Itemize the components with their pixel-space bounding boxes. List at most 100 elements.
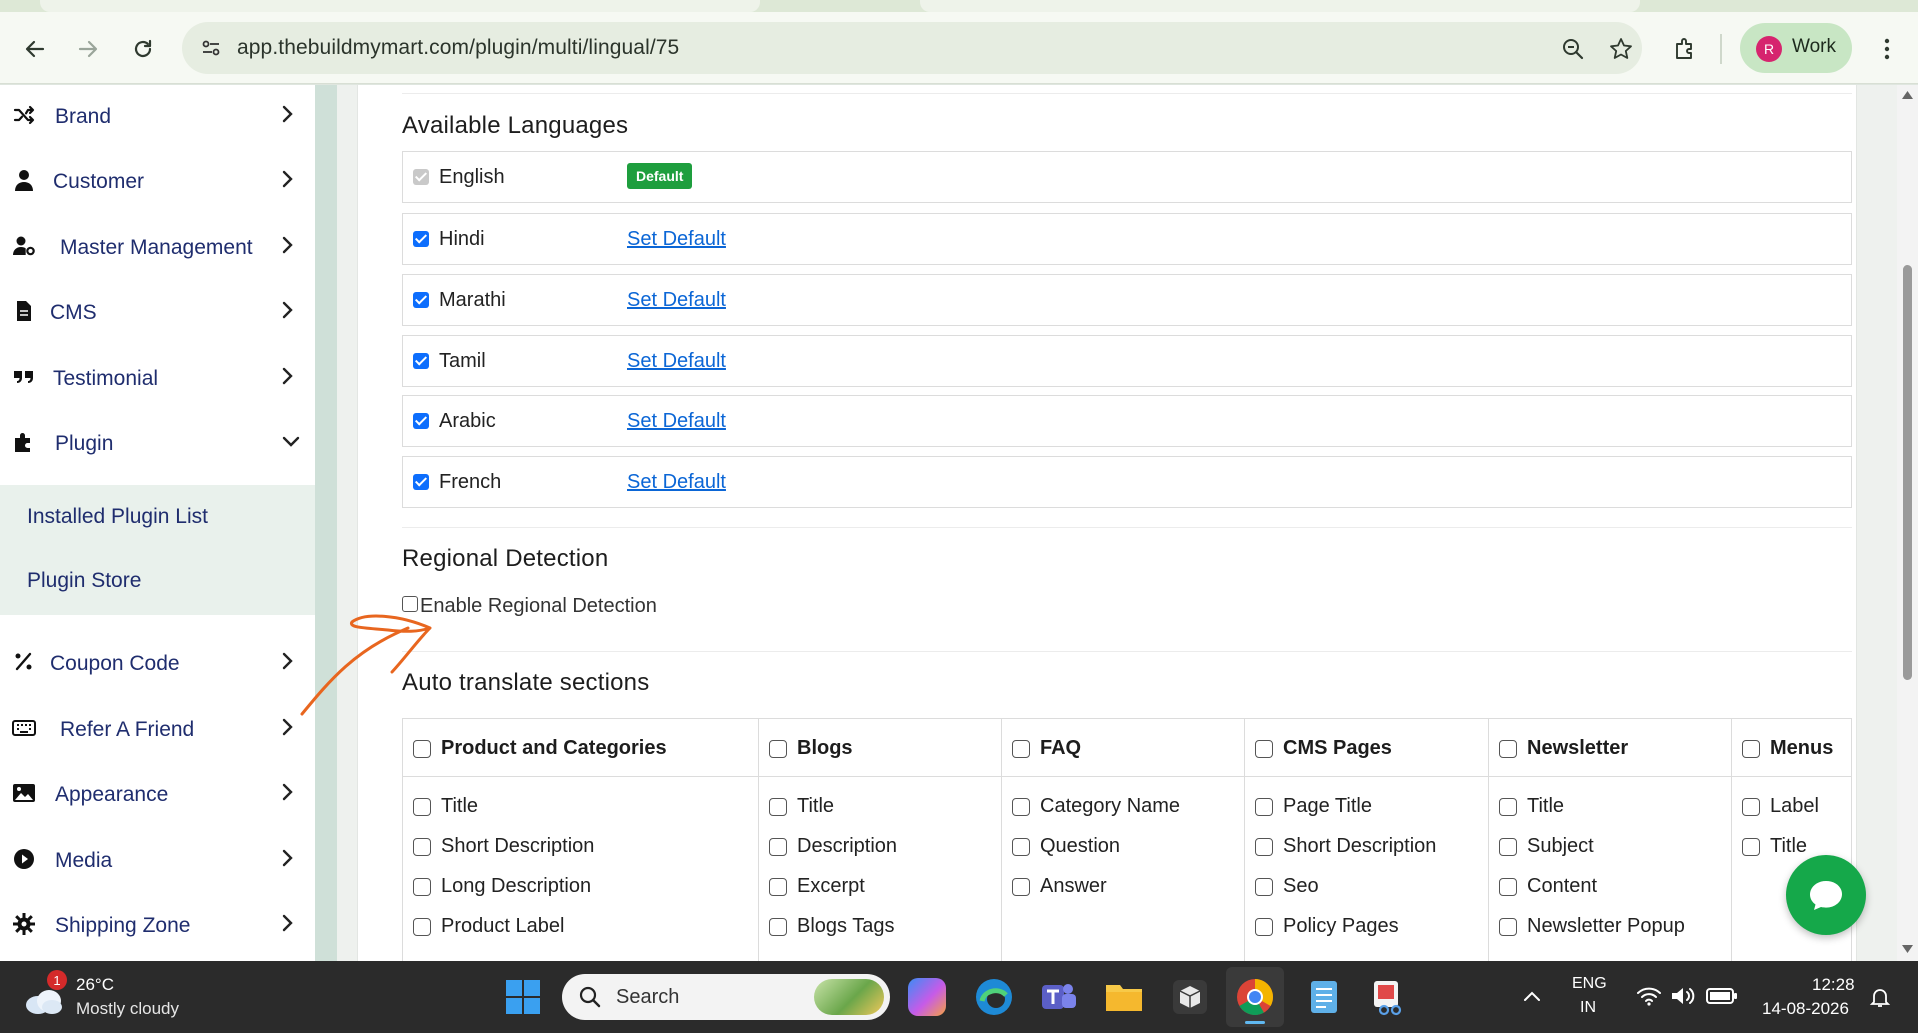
profile-button[interactable]: R Work [1740, 23, 1852, 73]
sidebar-item-refer-a-friend[interactable]: Refer A Friend [0, 698, 315, 758]
language-checkbox[interactable] [413, 231, 429, 247]
chrome-active-tile[interactable] [1226, 967, 1284, 1027]
language-checkbox[interactable] [413, 474, 429, 490]
translate-option[interactable]: Content [1499, 873, 1729, 903]
translate-option[interactable]: Blogs Tags [769, 913, 999, 943]
battery-icon[interactable] [1706, 987, 1738, 1005]
set-default-link[interactable]: Set Default [627, 289, 726, 312]
chevron-up-icon[interactable] [1522, 987, 1542, 1007]
translate-option[interactable]: Answer [1012, 873, 1242, 903]
sidebar-item-shipping-zone[interactable]: Shipping Zone [0, 894, 315, 954]
column-select-all-checkbox[interactable] [769, 740, 787, 758]
extensions-puzzle-icon[interactable] [1672, 36, 1698, 62]
edge-browser-icon[interactable] [972, 975, 1016, 1019]
wifi-icon[interactable] [1636, 985, 1662, 1007]
clock-date[interactable]: 14-08-2026 [1762, 999, 1849, 1019]
translate-option[interactable]: Short Description [1255, 833, 1485, 863]
url-text[interactable]: app.thebuildmymart.com/plugin/multi/ling… [237, 36, 679, 60]
translate-option[interactable]: Long Description [413, 873, 643, 903]
option-checkbox[interactable] [769, 918, 787, 936]
column-select-all-checkbox[interactable] [1499, 740, 1517, 758]
option-checkbox[interactable] [1255, 838, 1273, 856]
option-checkbox[interactable] [1499, 878, 1517, 896]
submenu-item-plugin-store[interactable]: Plugin Store [27, 569, 141, 593]
sidebar-item-cms[interactable]: CMS [0, 281, 315, 341]
option-checkbox[interactable] [1255, 918, 1273, 936]
sidebar-item-testimonial[interactable]: Testimonial [0, 347, 315, 407]
taskbar-search-box[interactable]: Search [562, 974, 890, 1020]
translate-option[interactable]: Newsletter Popup [1499, 913, 1729, 943]
column-select-all-checkbox[interactable] [413, 740, 431, 758]
option-checkbox[interactable] [1742, 798, 1760, 816]
translate-option[interactable]: Category Name [1012, 793, 1242, 823]
tab-background[interactable] [920, 0, 1640, 12]
set-default-link[interactable]: Set Default [627, 410, 726, 433]
column-select-all-checkbox[interactable] [1742, 740, 1760, 758]
forward-button[interactable] [73, 34, 103, 64]
option-checkbox[interactable] [1255, 878, 1273, 896]
column-select-all-checkbox[interactable] [1012, 740, 1030, 758]
sidebar-item-brand[interactable]: Brand [0, 85, 315, 145]
sidebar-item-appearance[interactable]: Appearance [0, 763, 315, 823]
scroll-up-icon[interactable] [1901, 89, 1914, 101]
chat-widget-button[interactable] [1786, 855, 1866, 935]
sidebar-item-coupon-code[interactable]: Coupon Code [0, 632, 315, 692]
translate-option[interactable]: Question [1012, 833, 1242, 863]
translate-option[interactable]: Title [1499, 793, 1729, 823]
language-checkbox[interactable] [413, 353, 429, 369]
submenu-item-installed-plugin-list[interactable]: Installed Plugin List [27, 505, 208, 529]
notepad-app-icon[interactable] [1302, 975, 1346, 1019]
translate-option[interactable]: Title [769, 793, 999, 823]
teams-app-icon[interactable] [1036, 975, 1080, 1019]
translate-option[interactable]: Subject [1499, 833, 1729, 863]
option-checkbox[interactable] [1012, 798, 1030, 816]
option-checkbox[interactable] [769, 798, 787, 816]
option-checkbox[interactable] [769, 838, 787, 856]
option-checkbox[interactable] [413, 878, 431, 896]
translate-option[interactable]: Short Description [413, 833, 643, 863]
option-checkbox[interactable] [1012, 878, 1030, 896]
option-checkbox[interactable] [413, 798, 431, 816]
volume-icon[interactable] [1670, 985, 1696, 1007]
back-button[interactable] [20, 34, 50, 64]
scrollbar-thumb[interactable] [1903, 265, 1912, 680]
sidebar-item-customer[interactable]: Customer [0, 150, 315, 210]
option-checkbox[interactable] [1499, 798, 1517, 816]
input-language-bottom[interactable]: IN [1580, 999, 1596, 1017]
page-scrollbar[interactable] [1897, 85, 1918, 961]
option-checkbox[interactable] [769, 878, 787, 896]
clock-time[interactable]: 12:28 [1812, 975, 1855, 995]
file-explorer-icon[interactable] [1102, 975, 1146, 1019]
address-bar[interactable]: app.thebuildmymart.com/plugin/multi/ling… [182, 22, 1642, 74]
notification-bell-icon[interactable] [1868, 985, 1892, 1009]
tab-background[interactable] [40, 0, 760, 12]
weather-widget[interactable]: 1 26°C Mostly cloudy [20, 969, 210, 1025]
bookmark-star-icon[interactable] [1608, 36, 1634, 62]
sidebar-item-master-management[interactable]: Master Management [0, 216, 315, 276]
sidebar-item-media[interactable]: Media [0, 829, 315, 889]
scroll-down-icon[interactable] [1901, 943, 1914, 955]
option-checkbox[interactable] [1499, 918, 1517, 936]
set-default-link[interactable]: Set Default [627, 228, 726, 251]
language-checkbox[interactable] [413, 292, 429, 308]
reload-button[interactable] [128, 34, 158, 64]
column-select-all-checkbox[interactable] [1255, 740, 1273, 758]
translate-option[interactable]: Seo [1255, 873, 1485, 903]
input-language-top[interactable]: ENG [1572, 975, 1607, 993]
translate-option[interactable]: Title [413, 793, 643, 823]
zoom-icon[interactable] [1560, 36, 1586, 62]
option-checkbox[interactable] [413, 838, 431, 856]
translate-option[interactable]: Label [1742, 793, 1847, 823]
language-checkbox[interactable] [413, 413, 429, 429]
translate-option[interactable]: Excerpt [769, 873, 999, 903]
translate-option[interactable]: Description [769, 833, 999, 863]
translate-option[interactable]: Product Label [413, 913, 643, 943]
option-checkbox[interactable] [1012, 838, 1030, 856]
regional-detection-label[interactable]: Enable Regional Detection [420, 595, 657, 618]
kebab-menu-icon[interactable] [1876, 36, 1898, 62]
snipping-tool-icon[interactable] [1366, 975, 1410, 1019]
site-settings-icon[interactable] [200, 37, 222, 59]
windows-start-icon[interactable] [505, 979, 541, 1015]
set-default-link[interactable]: Set Default [627, 350, 726, 373]
option-checkbox[interactable] [1499, 838, 1517, 856]
